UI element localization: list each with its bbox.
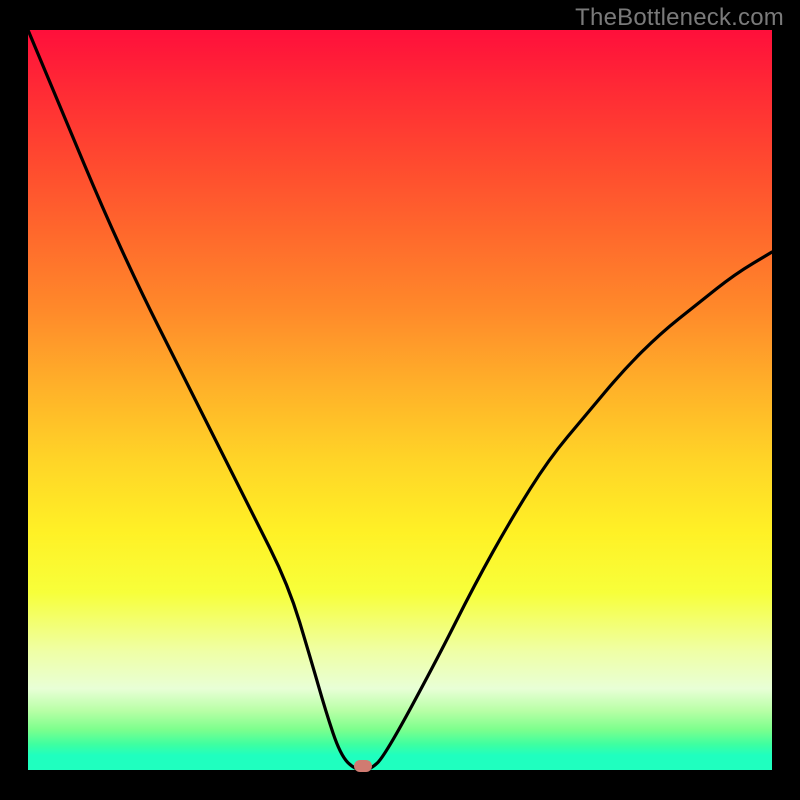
bottleneck-curve [28,30,772,770]
watermark-text: TheBottleneck.com [575,4,784,32]
plot-area [28,30,772,770]
curve-path [28,30,772,770]
chart-frame: TheBottleneck.com [0,0,800,800]
minimum-marker [354,760,372,772]
